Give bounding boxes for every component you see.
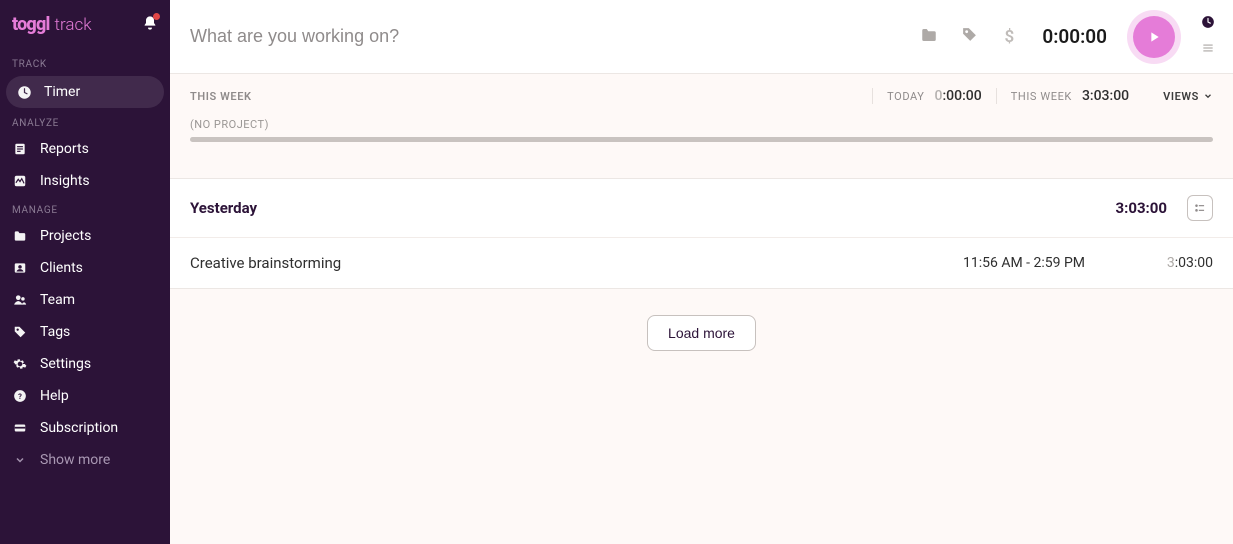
day-title: Yesterday [190,199,1116,217]
entry-time-range: 11:56 AM - 2:59 PM [963,255,1133,271]
checklist-icon [1193,201,1207,215]
sidebar-show-more-label: Show more [40,452,110,468]
day-total: 3:03:00 [1116,199,1167,217]
sidebar-show-more[interactable]: Show more [0,444,170,476]
timer-description-input[interactable] [190,26,910,47]
sidebar-item-label: Clients [40,260,83,276]
sidebar-item-tags[interactable]: Tags [0,316,170,348]
sidebar-item-insights[interactable]: Insights [0,165,170,197]
summary-today: TODAY 0:00:00 [872,88,996,104]
sidebar-item-help[interactable]: ? Help [0,380,170,412]
svg-text:?: ? [18,392,22,401]
notification-dot-icon [153,13,160,20]
billable-dollar-icon[interactable]: $ [1000,27,1018,47]
no-project-label: (NO PROJECT) [190,118,1213,131]
logo-bold: toggl [12,14,50,35]
sidebar-item-label: Reports [40,141,89,157]
notifications-bell-icon[interactable] [142,15,158,35]
person-card-icon [12,261,28,275]
chevron-down-icon [1203,91,1213,101]
sidebar-item-label: Projects [40,228,91,244]
manual-mode-list-icon[interactable] [1201,41,1215,59]
load-more-button[interactable]: Load more [647,315,756,351]
summary-this-week: THIS WEEK 3:03:00 [996,88,1143,104]
summary-today-label: TODAY [887,90,924,103]
timer-bar: $ 0:00:00 [170,0,1233,74]
tag-icon[interactable] [960,26,978,47]
sidebar-item-label: Subscription [40,420,118,436]
sidebar-item-clients[interactable]: Clients [0,252,170,284]
summary-this-week-label: THIS WEEK [1011,90,1072,103]
timer-value: 0:00:00 [1042,25,1107,48]
chevron-down-icon [12,454,28,466]
entry-title: Creative brainstorming [190,254,963,272]
sidebar-section-analyze-label: ANALYZE [0,110,170,133]
tag-icon [12,325,28,339]
people-icon [12,293,28,307]
folder-icon [12,229,28,243]
start-timer-button[interactable] [1133,16,1175,58]
sidebar-item-label: Settings [40,356,91,372]
summary-row: THIS WEEK TODAY 0:00:00 THIS WEEK 3:03:0… [170,74,1233,114]
views-label: VIEWS [1163,90,1199,103]
sidebar-item-label: Team [40,292,75,308]
sidebar-item-label: Help [40,388,69,404]
timer-icons-group: $ [920,26,1018,48]
sidebar-section-track-label: TRACK [0,51,170,74]
gear-icon [12,357,28,371]
time-entry-row[interactable]: Creative brainstorming 11:56 AM - 2:59 P… [170,238,1233,289]
no-project-chart: (NO PROJECT) [170,114,1233,150]
mini-controls [1201,15,1215,59]
app-logo[interactable]: toggl track [12,14,92,35]
clock-icon [16,85,32,100]
logo-light: track [55,15,92,35]
sidebar-item-label: Insights [40,173,90,189]
project-folder-icon[interactable] [920,26,938,48]
day-header: Yesterday 3:03:00 [170,178,1233,238]
summary-main-label: THIS WEEK [190,90,252,103]
waveform-box-icon [12,174,28,188]
sidebar-item-reports[interactable]: Reports [0,133,170,165]
sidebar-section-manage-label: MANAGE [0,197,170,220]
play-icon [1146,29,1162,45]
sidebar-item-subscription[interactable]: Subscription [0,412,170,444]
summary-today-value: 0:00:00 [935,88,982,104]
sidebar-item-timer[interactable]: Timer [6,76,164,108]
sidebar-item-team[interactable]: Team [0,284,170,316]
summary-this-week-value: 3:03:00 [1082,88,1129,104]
views-dropdown[interactable]: VIEWS [1143,90,1213,103]
sidebar-item-settings[interactable]: Settings [0,348,170,380]
doc-icon [12,142,28,156]
sidebar: toggl track TRACK Timer ANALYZE Reports … [0,0,170,544]
no-project-bar [190,137,1213,142]
entry-duration: 3:03:00 [1133,255,1213,271]
sidebar-item-label: Timer [44,84,80,100]
timer-mode-clock-icon[interactable] [1201,15,1215,33]
logo-row: toggl track [0,14,170,51]
sidebar-item-projects[interactable]: Projects [0,220,170,252]
help-icon: ? [12,389,28,403]
card-icon [12,421,28,435]
bulk-edit-button[interactable] [1187,195,1213,221]
load-more-wrap: Load more [170,289,1233,377]
sidebar-item-label: Tags [40,324,70,340]
main: $ 0:00:00 THIS WEEK TODAY 0:00:00 THIS W… [170,0,1233,544]
